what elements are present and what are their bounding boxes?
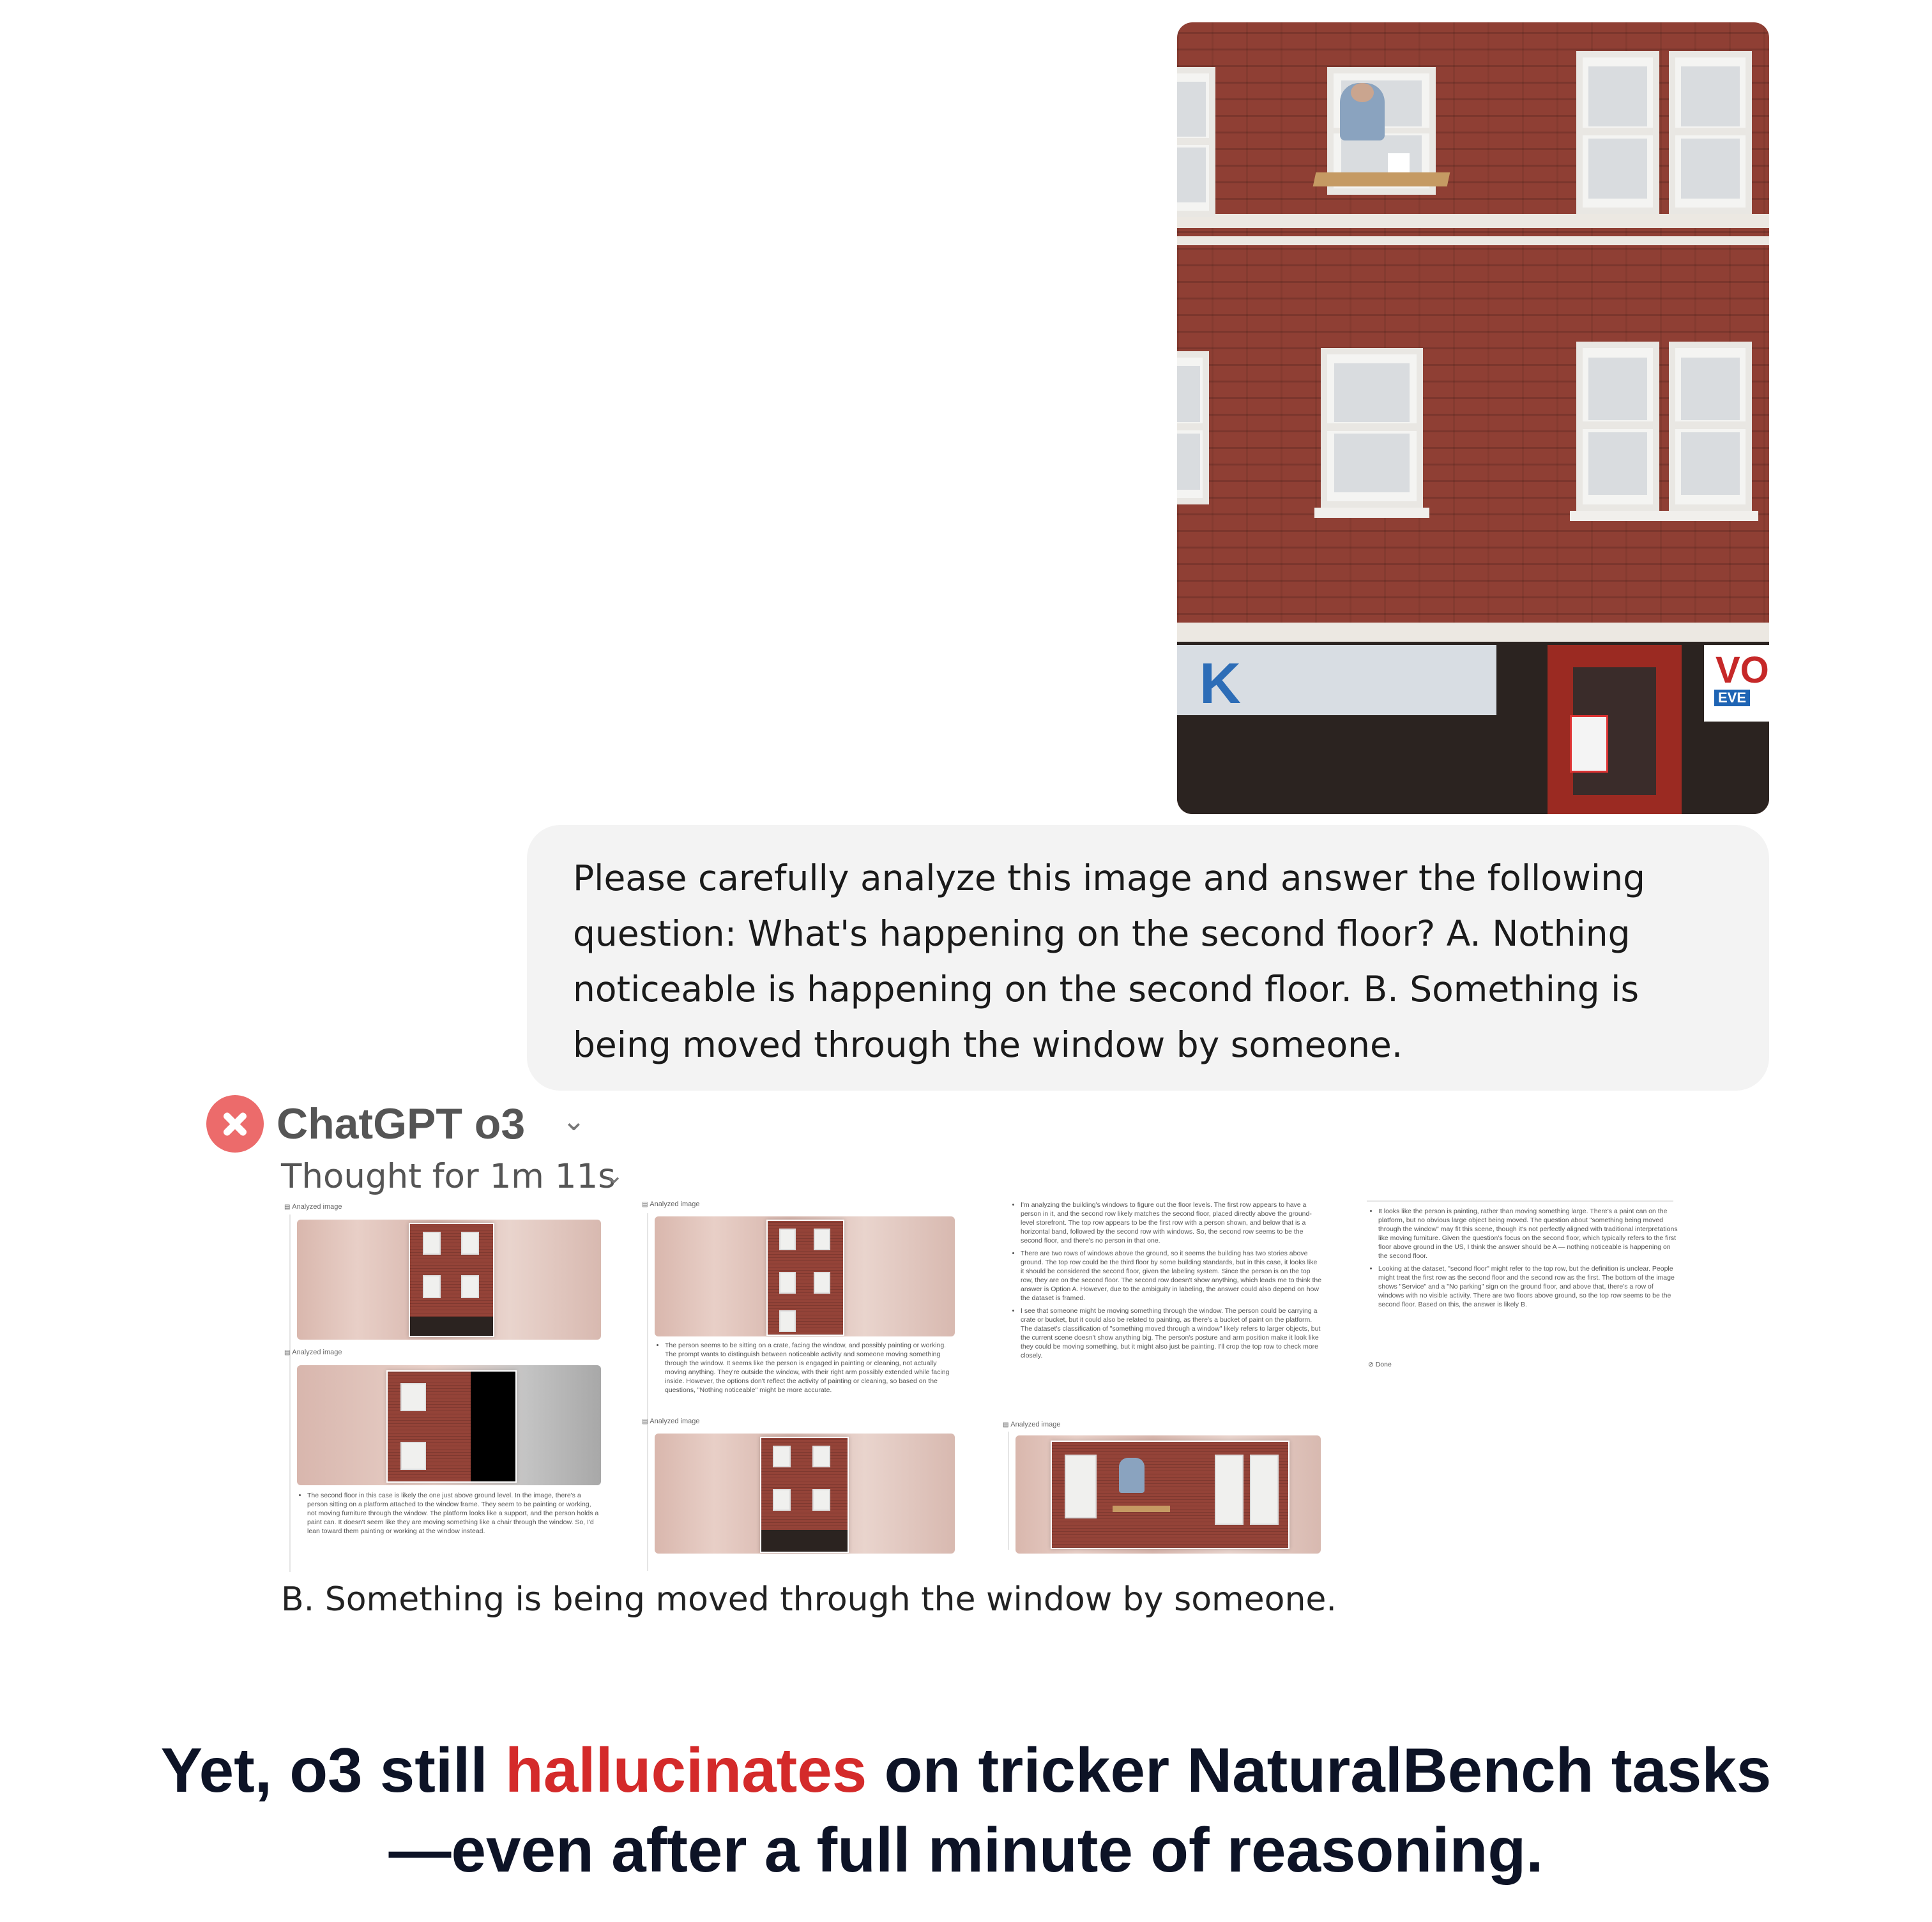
paint-can — [1388, 153, 1410, 172]
reasoning-note: The second floor in this case is likely … — [296, 1491, 599, 1540]
analyzed-image-thumbnail[interactable] — [297, 1220, 601, 1340]
reasoning-note: I'm analyzing the building's windows to … — [1009, 1200, 1322, 1364]
caption-line-1: Yet, o3 still hallucinates on tricker Na… — [0, 1730, 1932, 1810]
divider — [1367, 1200, 1673, 1202]
reasoning-text: There are two rows of windows above the … — [1021, 1249, 1322, 1303]
caption-line-2: —even after a full minute of reasoning. — [388, 1815, 1544, 1885]
check-circle-icon: ⊘ — [1368, 1361, 1376, 1368]
user-prompt-text: Please carefully analyze this image and … — [573, 858, 1645, 1065]
storefront-sign: K — [1177, 645, 1496, 716]
analyzed-image-label: Analyzed image — [284, 1203, 342, 1211]
thumbnail-building — [409, 1223, 494, 1337]
no-parking-sign — [1570, 715, 1608, 773]
right-sign: VO EVE — [1704, 645, 1769, 722]
upper-ledge — [1177, 214, 1769, 228]
window-top-left — [1177, 67, 1215, 217]
chevron-down-icon[interactable]: ⌄ — [562, 1105, 586, 1137]
caption-text: Yet, o3 still — [160, 1735, 505, 1805]
done-status: ⊘ Done — [1368, 1360, 1392, 1369]
storefront-ledge — [1177, 623, 1769, 642]
caption-text: on tricker NaturalBench tasks — [867, 1735, 1772, 1805]
analyzed-image-label: Analyzed image — [642, 1200, 699, 1208]
reasoning-note: The person seems to be sitting on a crat… — [653, 1341, 954, 1398]
window-mid-center — [1321, 348, 1423, 508]
model-name: ChatGPT o3 — [277, 1100, 526, 1148]
window-top-right-1 — [1576, 51, 1659, 214]
final-answer: B. Something is being moved through the … — [281, 1580, 1337, 1619]
window-sill — [1314, 508, 1429, 518]
analyzed-image-thumbnail[interactable] — [297, 1365, 601, 1485]
sign-text-eve: EVE — [1714, 690, 1751, 706]
done-label: Done — [1375, 1361, 1392, 1368]
upper-ledge-2 — [1177, 236, 1769, 245]
sign-letter: K — [1199, 652, 1241, 716]
user-message-bubble: Please carefully analyze this image and … — [527, 825, 1769, 1091]
window-top-right-2 — [1669, 51, 1752, 214]
window-sill — [1570, 511, 1758, 521]
reasoning-text: It looks like the person is painting, ra… — [1378, 1207, 1680, 1260]
reasoning-note: It looks like the person is painting, ra… — [1367, 1207, 1680, 1313]
reasoning-text: The person seems to be sitting on a crat… — [665, 1341, 954, 1395]
window-platform — [1312, 172, 1450, 186]
window-mid-right-1 — [1576, 342, 1659, 511]
reasoning-text: The second floor in this case is likely … — [307, 1491, 599, 1536]
reasoning-text: Looking at the dataset, "second floor" m… — [1378, 1264, 1680, 1309]
timeline-line — [647, 1213, 648, 1571]
thumbnail-building-crop — [386, 1370, 517, 1483]
sign-text-vo: VO — [1715, 649, 1769, 691]
analyzed-image-label: Analyzed image — [284, 1349, 342, 1356]
caption-highlight: hallucinates — [505, 1735, 867, 1805]
reasoning-text: I'm analyzing the building's windows to … — [1021, 1200, 1322, 1245]
caption: Yet, o3 still hallucinates on tricker Na… — [0, 1730, 1932, 1890]
timeline-line — [1008, 1432, 1009, 1550]
analyzed-image-label: Analyzed image — [1003, 1421, 1060, 1428]
uploaded-building-photo[interactable]: K VO EVE — [1177, 22, 1769, 814]
reasoning-text: I see that someone might be moving somet… — [1021, 1306, 1322, 1360]
analyzed-image-thumbnail[interactable] — [655, 1216, 955, 1336]
window-mid-right-2 — [1669, 342, 1752, 511]
chevron-down-icon[interactable]: ⌄ — [604, 1161, 624, 1190]
window-mid-left — [1177, 351, 1209, 504]
thought-duration-toggle[interactable]: Thought for 1m 11s — [281, 1154, 616, 1199]
analyzed-image-thumbnail[interactable] — [1015, 1435, 1321, 1554]
thumbnail-building — [766, 1220, 844, 1336]
man-head — [1351, 83, 1374, 102]
timeline-line — [289, 1214, 291, 1572]
x-circle-icon — [206, 1095, 264, 1153]
analyzed-image-label: Analyzed image — [642, 1418, 699, 1425]
thumbnail-building-grid — [760, 1437, 849, 1553]
thumbnail-top-row-crop — [1051, 1441, 1289, 1549]
analyzed-image-thumbnail[interactable] — [655, 1434, 955, 1554]
